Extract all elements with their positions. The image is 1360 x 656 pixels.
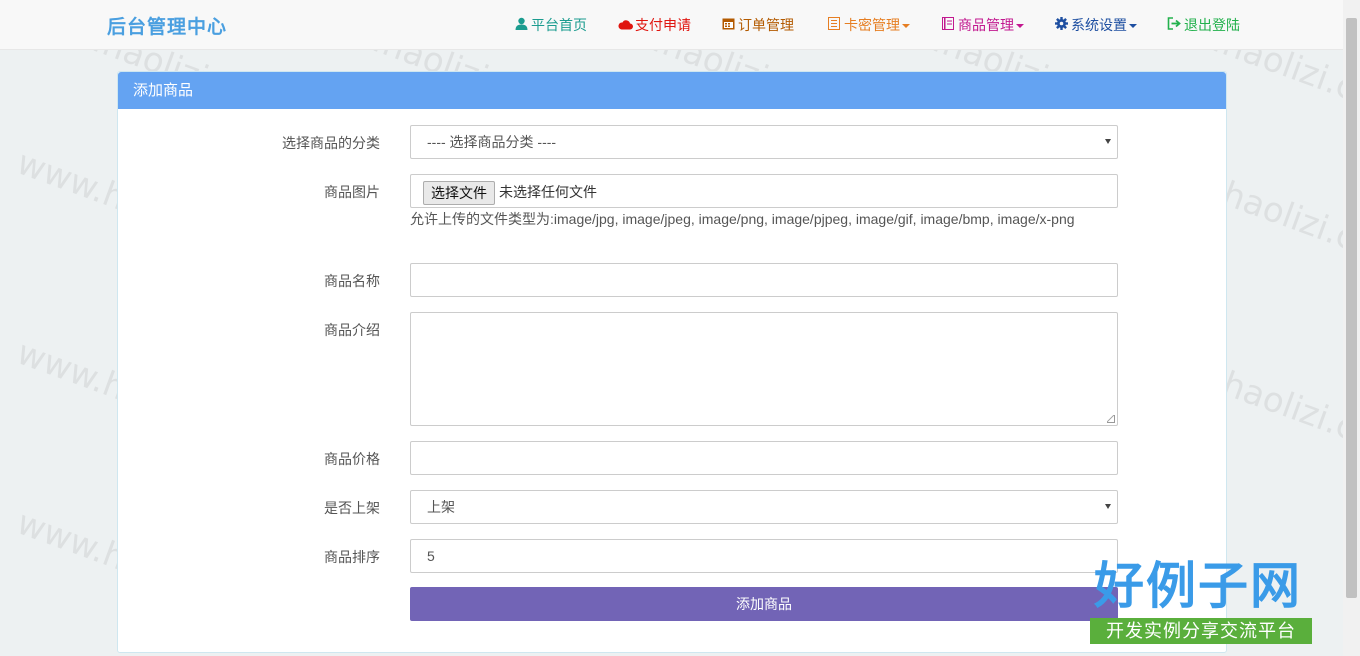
image-label: 商品图片 — [324, 184, 380, 200]
nav-item-logout[interactable]: 退出登陆 — [1167, 15, 1240, 35]
name-label: 商品名称 — [324, 273, 380, 289]
chevron-down-icon — [1016, 24, 1024, 29]
sort-label: 商品排序 — [324, 549, 380, 565]
top-navbar: 后台管理中心 平台首页 支付申请 订单管理 卡密管理 商品管理 系统设置 退出登… — [0, 0, 1360, 50]
category-select-value: ---- 选择商品分类 ---- — [427, 134, 557, 150]
nav-label: 平台首页 — [531, 17, 587, 33]
add-product-button[interactable]: 添加商品 — [410, 587, 1118, 621]
sort-input[interactable]: 5 — [410, 539, 1118, 573]
logout-icon — [1167, 16, 1181, 36]
brand-title[interactable]: 后台管理中心 — [107, 12, 227, 39]
calendar-icon — [721, 16, 735, 36]
nav-label: 支付申请 — [635, 17, 691, 33]
image-file-input[interactable]: 选择文件 未选择任何文件 — [410, 174, 1118, 208]
intro-textarea[interactable] — [410, 312, 1118, 426]
shelf-select-value: 上架 — [427, 499, 455, 515]
list-icon — [827, 16, 841, 36]
nav-item-settings[interactable]: 系统设置 — [1054, 15, 1137, 35]
nav-item-orders[interactable]: 订单管理 — [721, 15, 794, 35]
resize-grip-icon[interactable] — [1107, 415, 1115, 423]
file-status: 未选择任何文件 — [499, 184, 597, 200]
file-type-help: 允许上传的文件类型为:image/jpg, image/jpeg, image/… — [410, 211, 1075, 227]
cloud-icon — [618, 16, 633, 36]
page-scrollbar[interactable] — [1343, 0, 1360, 656]
chevron-down-icon — [902, 24, 910, 29]
nav-item-payment[interactable]: 支付申请 — [618, 15, 691, 35]
chevron-down-icon — [1105, 504, 1111, 509]
nav-item-home[interactable]: 平台首页 — [514, 15, 587, 35]
nav-item-cards[interactable]: 卡密管理 — [827, 15, 910, 35]
category-label: 选择商品的分类 — [282, 135, 380, 151]
name-input[interactable] — [410, 263, 1118, 297]
shelf-label: 是否上架 — [324, 500, 380, 516]
site-logo: 好例子网 开发实例分享交流平台 — [1090, 556, 1312, 644]
nav-label: 卡密管理 — [844, 17, 900, 33]
choose-file-button[interactable]: 选择文件 — [423, 181, 495, 205]
gear-icon — [1054, 16, 1068, 36]
category-select[interactable]: ---- 选择商品分类 ---- — [410, 125, 1118, 159]
nav-label: 订单管理 — [738, 17, 794, 33]
scrollbar-thumb[interactable] — [1346, 18, 1357, 598]
chevron-down-icon — [1129, 24, 1137, 29]
book-icon — [941, 16, 955, 36]
nav-label: 退出登陆 — [1184, 17, 1240, 33]
price-input[interactable] — [410, 441, 1118, 475]
logo-subtitle: 开发实例分享交流平台 — [1090, 618, 1312, 644]
chevron-down-icon — [1105, 139, 1111, 144]
add-product-panel: 添加商品 选择商品的分类 ---- 选择商品分类 ---- 商品图片 选择文件 … — [117, 71, 1227, 653]
nav-item-products[interactable]: 商品管理 — [941, 15, 1024, 35]
nav-label: 商品管理 — [958, 17, 1014, 33]
price-label: 商品价格 — [324, 451, 380, 467]
panel-title: 添加商品 — [118, 72, 1226, 109]
nav-label: 系统设置 — [1071, 17, 1127, 33]
logo-title: 好例子网 — [1094, 558, 1302, 614]
user-icon — [514, 16, 528, 36]
intro-label: 商品介绍 — [324, 322, 380, 338]
shelf-select[interactable]: 上架 — [410, 490, 1118, 524]
